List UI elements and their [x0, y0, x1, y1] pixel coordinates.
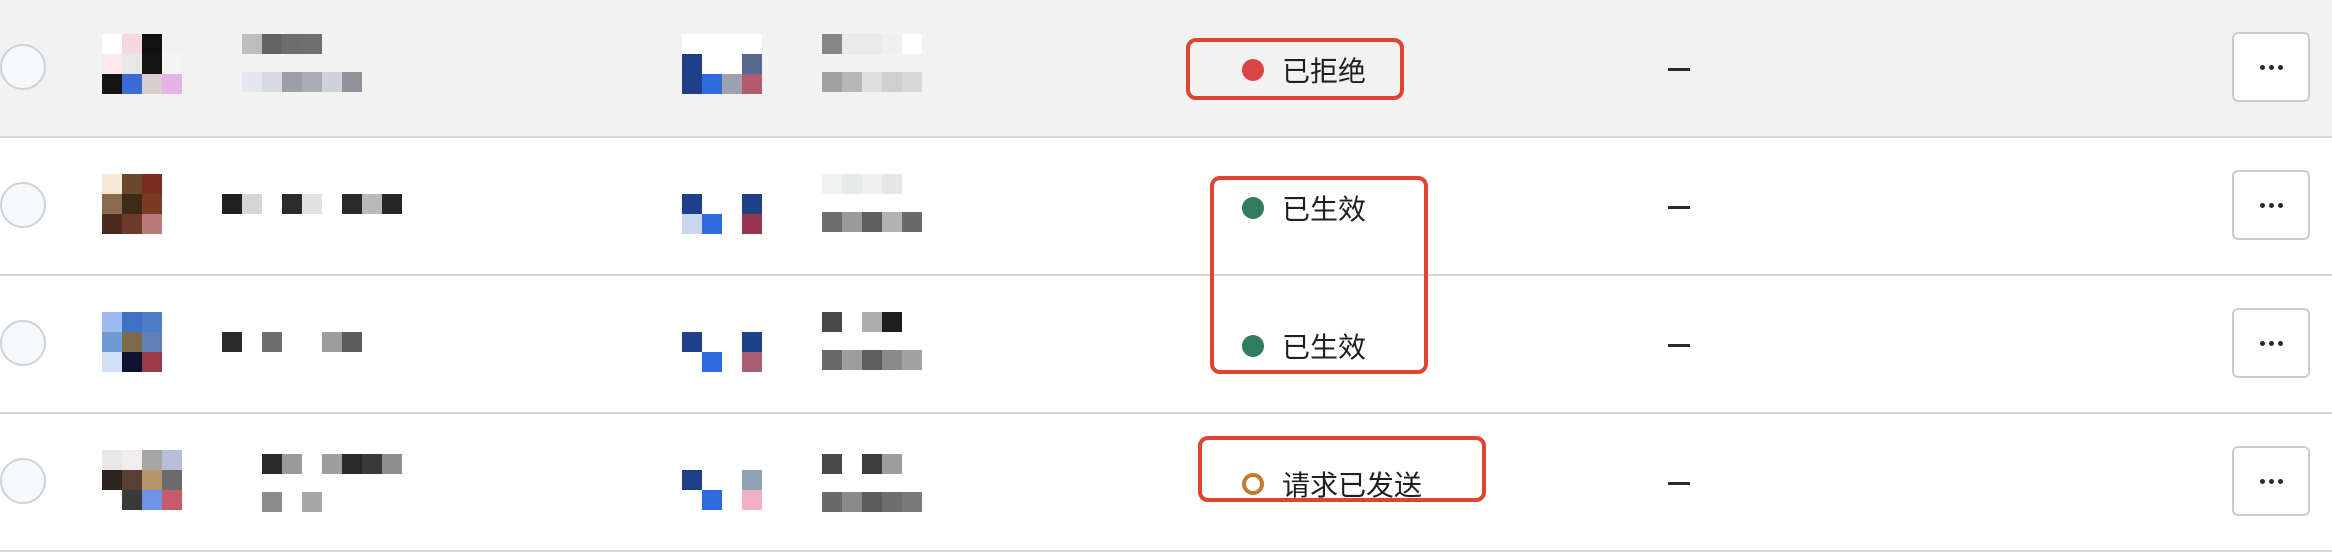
- scope-text-blurred: [822, 312, 922, 370]
- more-horizontal-icon: [2259, 340, 2283, 346]
- user-avatar: [102, 34, 182, 94]
- user-avatar: [102, 312, 162, 372]
- row-select-radio[interactable]: [0, 44, 46, 90]
- row-actions-button[interactable]: [2232, 308, 2310, 378]
- user-avatar: [102, 174, 162, 234]
- expiry-value: [1668, 68, 1690, 71]
- highlight-box-pending: [1198, 436, 1486, 502]
- user-name-blurred: [222, 194, 402, 214]
- scope-text-blurred: [822, 454, 922, 512]
- table-row[interactable]: 请求已发送: [0, 414, 2332, 552]
- scope-text-blurred: [822, 174, 922, 232]
- user-name-blurred: [262, 454, 402, 512]
- table-row[interactable]: 已生效: [0, 276, 2332, 414]
- more-horizontal-icon: [2259, 478, 2283, 484]
- user-name-blurred: [242, 34, 322, 54]
- row-select-radio[interactable]: [0, 320, 46, 366]
- highlight-box-active: [1210, 176, 1428, 374]
- table-row[interactable]: 已拒绝: [0, 0, 2332, 138]
- user-avatar: [102, 450, 182, 510]
- user-email-blurred: [242, 72, 362, 92]
- row-select-radio[interactable]: [0, 458, 46, 504]
- scope-icon-blurred: [682, 34, 762, 94]
- row-actions-button[interactable]: [2232, 446, 2310, 516]
- row-select-radio[interactable]: [0, 182, 46, 228]
- row-actions-button[interactable]: [2232, 32, 2310, 102]
- highlight-box-rejected: [1186, 38, 1404, 100]
- scope-text-blurred: [822, 34, 922, 92]
- table-row[interactable]: 已生效: [0, 138, 2332, 276]
- expiry-value: [1668, 344, 1690, 347]
- expiry-value: [1668, 482, 1690, 485]
- more-horizontal-icon: [2259, 202, 2283, 208]
- scope-icon-blurred: [682, 194, 762, 234]
- more-horizontal-icon: [2259, 64, 2283, 70]
- user-name-blurred: [222, 332, 362, 352]
- expiry-value: [1668, 206, 1690, 209]
- scope-icon-blurred: [682, 470, 762, 510]
- row-actions-button[interactable]: [2232, 170, 2310, 240]
- scope-icon-blurred: [682, 332, 762, 372]
